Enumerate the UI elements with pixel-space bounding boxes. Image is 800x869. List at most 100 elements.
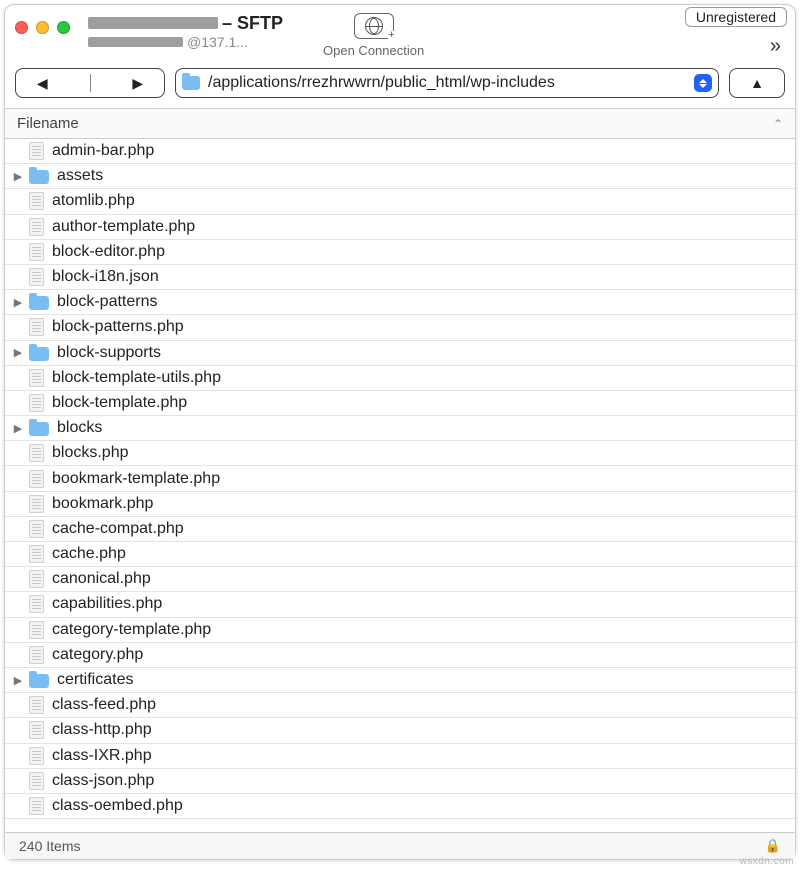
file-icon xyxy=(29,621,44,639)
file-row[interactable]: ▶block-editor.php xyxy=(5,240,795,265)
disclosure-triangle-icon[interactable]: ▶ xyxy=(11,170,25,183)
file-row[interactable]: ▶canonical.php xyxy=(5,567,795,592)
file-icon xyxy=(29,646,44,664)
file-icon xyxy=(29,243,44,261)
file-icon xyxy=(29,318,44,336)
file-icon xyxy=(29,747,44,765)
titlebar: – SFTP @137.1... + Open Connection Unreg… xyxy=(5,5,795,62)
file-name: block-patterns xyxy=(57,293,158,311)
toolbar-overflow-button[interactable]: » xyxy=(770,35,777,58)
file-name: certificates xyxy=(57,671,133,689)
file-row[interactable]: ▶category.php xyxy=(5,643,795,668)
column-header-label: Filename xyxy=(17,115,79,132)
column-header-filename[interactable]: Filename ⌃ xyxy=(5,109,795,139)
open-connection-button[interactable]: + Open Connection xyxy=(323,13,424,58)
file-row[interactable]: ▶block-template.php xyxy=(5,391,795,416)
file-name: capabilities.php xyxy=(52,595,162,613)
path-dropdown-icon xyxy=(694,74,712,92)
file-row[interactable]: ▶bookmark.php xyxy=(5,492,795,517)
file-icon xyxy=(29,394,44,412)
file-name: block-i18n.json xyxy=(52,268,159,286)
redacted-host xyxy=(88,17,218,29)
file-name: blocks xyxy=(57,419,102,437)
file-name: author-template.php xyxy=(52,218,195,236)
file-row[interactable]: ▶class-json.php xyxy=(5,769,795,794)
folder-icon xyxy=(182,76,200,90)
folder-icon xyxy=(29,296,49,310)
file-name: class-http.php xyxy=(52,721,152,739)
redacted-user xyxy=(88,37,183,47)
connection-title-suffix: – SFTP xyxy=(222,13,283,34)
folder-icon xyxy=(29,422,49,436)
file-icon xyxy=(29,142,44,160)
file-icon xyxy=(29,369,44,387)
forward-button[interactable]: ▶ xyxy=(132,75,143,92)
file-row[interactable]: ▶block-i18n.json xyxy=(5,265,795,290)
file-icon xyxy=(29,218,44,236)
disclosure-triangle-icon[interactable]: ▶ xyxy=(11,674,25,687)
disclosure-triangle-icon[interactable]: ▶ xyxy=(11,346,25,359)
file-name: class-oembed.php xyxy=(52,797,183,815)
globe-plus-icon: + xyxy=(354,13,394,39)
file-row[interactable]: ▶class-oembed.php xyxy=(5,794,795,819)
history-nav: ◀ ▶ xyxy=(15,68,165,98)
file-row[interactable]: ▶ block-supports xyxy=(5,341,795,366)
file-name: class-json.php xyxy=(52,772,154,790)
file-row[interactable]: ▶category-template.php xyxy=(5,618,795,643)
minimize-window-button[interactable] xyxy=(36,21,49,34)
file-row[interactable]: ▶ block-patterns xyxy=(5,290,795,315)
file-icon xyxy=(29,797,44,815)
file-name: bookmark.php xyxy=(52,495,153,513)
file-icon xyxy=(29,470,44,488)
window-controls xyxy=(15,21,70,34)
connection-info: – SFTP @137.1... xyxy=(88,13,283,50)
nav-separator xyxy=(90,74,91,92)
file-name: admin-bar.php xyxy=(52,142,154,160)
disclosure-triangle-icon[interactable]: ▶ xyxy=(11,296,25,309)
file-row[interactable]: ▶block-template-utils.php xyxy=(5,366,795,391)
disclosure-triangle-icon[interactable]: ▶ xyxy=(11,422,25,435)
file-row[interactable]: ▶class-http.php xyxy=(5,718,795,743)
folder-icon xyxy=(29,347,49,361)
folder-icon xyxy=(29,170,49,184)
app-window: – SFTP @137.1... + Open Connection Unreg… xyxy=(4,4,796,860)
file-row[interactable]: ▶cache-compat.php xyxy=(5,517,795,542)
file-icon xyxy=(29,772,44,790)
file-name: canonical.php xyxy=(52,570,151,588)
file-row[interactable]: ▶class-IXR.php xyxy=(5,744,795,769)
file-name: block-supports xyxy=(57,344,161,362)
file-row[interactable]: ▶atomlib.php xyxy=(5,189,795,214)
file-row[interactable]: ▶assets xyxy=(5,164,795,189)
file-row[interactable]: ▶admin-bar.php xyxy=(5,139,795,164)
zoom-window-button[interactable] xyxy=(57,21,70,34)
path-dropdown[interactable]: /applications/rrezhrwwrn/public_html/wp-… xyxy=(175,68,719,98)
item-count: 240 Items xyxy=(19,838,80,854)
file-icon xyxy=(29,444,44,462)
navigation-toolbar: ◀ ▶ /applications/rrezhrwwrn/public_html… xyxy=(5,62,795,109)
file-icon xyxy=(29,721,44,739)
sort-indicator-icon: ⌃ xyxy=(773,117,783,131)
file-row[interactable]: ▶ blocks xyxy=(5,416,795,441)
file-row[interactable]: ▶class-feed.php xyxy=(5,693,795,718)
file-row[interactable]: ▶bookmark-template.php xyxy=(5,466,795,491)
current-path: /applications/rrezhrwwrn/public_html/wp-… xyxy=(208,74,555,92)
file-name: blocks.php xyxy=(52,444,129,462)
close-window-button[interactable] xyxy=(15,21,28,34)
unregistered-badge[interactable]: Unregistered xyxy=(685,7,787,27)
file-icon xyxy=(29,192,44,210)
file-row[interactable]: ▶capabilities.php xyxy=(5,592,795,617)
file-icon xyxy=(29,595,44,613)
file-row[interactable]: ▶cache.php xyxy=(5,542,795,567)
file-name: block-template.php xyxy=(52,394,187,412)
file-list[interactable]: ▶admin-bar.php▶assets▶atomlib.php▶author… xyxy=(5,139,795,832)
lock-icon: 🔒 xyxy=(765,838,781,854)
file-row[interactable]: ▶ certificates xyxy=(5,668,795,693)
file-name: cache.php xyxy=(52,545,126,563)
file-icon xyxy=(29,570,44,588)
file-row[interactable]: ▶blocks.php xyxy=(5,441,795,466)
file-row[interactable]: ▶block-patterns.php xyxy=(5,315,795,340)
file-icon xyxy=(29,520,44,538)
go-up-button[interactable]: ▲ xyxy=(729,68,785,98)
back-button[interactable]: ◀ xyxy=(37,75,48,92)
file-row[interactable]: ▶author-template.php xyxy=(5,215,795,240)
